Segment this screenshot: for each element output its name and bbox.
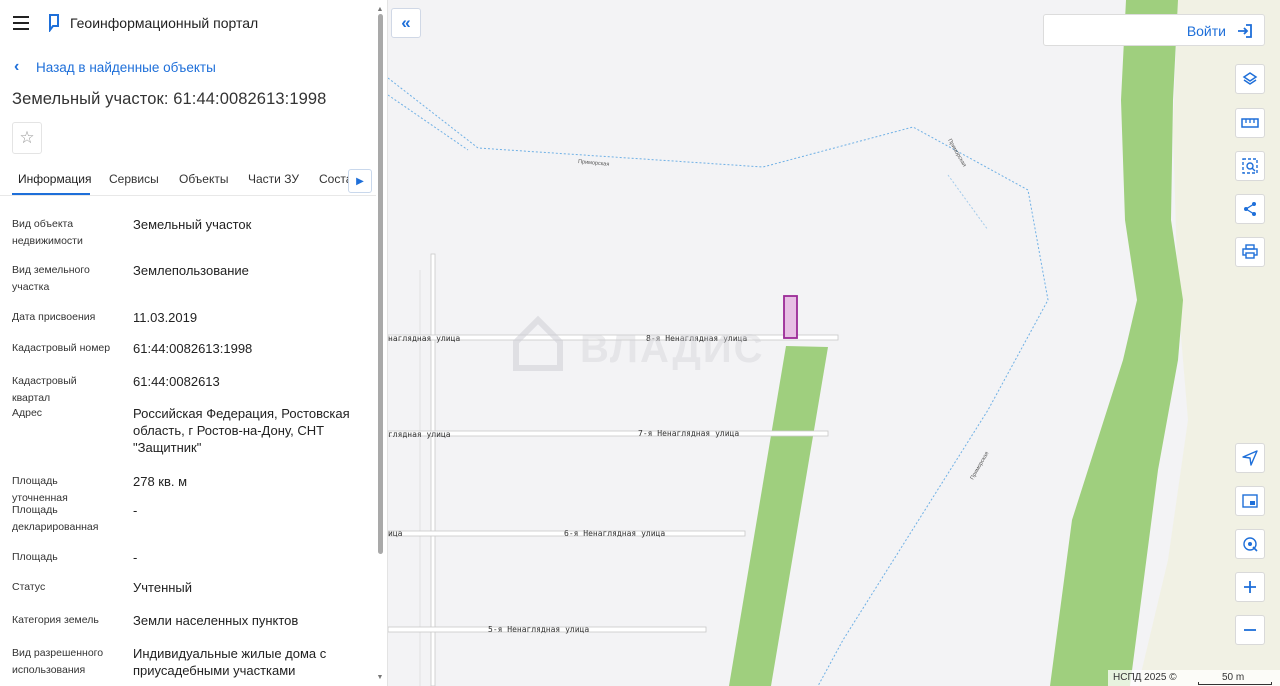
info-label: Кадастровый квартал	[12, 375, 77, 404]
back-link-label: Назад в найденные объекты	[36, 59, 216, 75]
sidebar-scrollbar[interactable]: ▲ ▼	[376, 6, 384, 682]
info-label: Вид объекта недвижимости	[12, 218, 83, 247]
scrollbar-thumb[interactable]	[378, 14, 383, 554]
street-label-7-left: глядная улица	[388, 430, 451, 439]
locate-button[interactable]	[1235, 443, 1265, 473]
select-area-icon	[1242, 158, 1258, 174]
hamburger-menu-icon[interactable]	[13, 16, 29, 30]
boundary-line	[388, 94, 469, 151]
layers-button[interactable]	[1235, 64, 1265, 94]
sidebar-header: Геоинформационный портал	[0, 0, 376, 46]
marker-button[interactable]	[1235, 529, 1265, 559]
info-value: 278 кв. м	[133, 474, 188, 489]
zoom-out-button[interactable]	[1235, 615, 1265, 645]
attribution-text: НСПД 2025 ©	[1113, 672, 1177, 683]
collapse-sidebar-button[interactable]: «	[391, 8, 421, 38]
info-value: Земли населенных пунктов	[133, 613, 299, 628]
street-label-6-left: ица	[388, 529, 403, 538]
tab-parts[interactable]: Части ЗУ	[248, 172, 299, 186]
chevron-right-icon: ▶	[356, 175, 364, 187]
street-label-5: 5-я Ненаглядная улица	[488, 625, 589, 634]
login-icon	[1238, 24, 1252, 38]
street-label-7: 7-я Ненаглядная улица	[638, 429, 739, 438]
map-attribution: НСПД 2025 © 50 m	[1108, 670, 1280, 686]
map-drawing: Приморская Приморская Приморская 8-я Нен…	[388, 0, 1280, 686]
tabs-bar: Информация Сервисы Объекты Части ЗУ Сост…	[0, 166, 376, 196]
chevron-left-icon: ‹	[14, 58, 20, 75]
minor-road-label: Приморская	[946, 138, 967, 168]
active-tab-indicator	[12, 193, 90, 195]
info-label: Статус	[12, 581, 46, 593]
boundary-line	[947, 174, 989, 231]
zoom-out-icon	[1244, 629, 1256, 631]
info-label: Вид разрешенного использования	[12, 647, 104, 676]
star-icon: ☆	[19, 128, 35, 147]
login-label: Войти	[1186, 23, 1226, 39]
layers-icon	[1242, 72, 1258, 85]
minor-road-label: Приморская	[578, 159, 610, 168]
info-value: Российская Федерация, Ростовская область…	[133, 406, 350, 455]
info-value: 61:44:0082613	[133, 374, 220, 389]
tabs-scroll-right-button[interactable]: ▶	[348, 169, 372, 193]
info-value: Индивидуальные жилые дома с приусадебным…	[133, 646, 327, 678]
double-chevron-left-icon: «	[401, 13, 411, 32]
map-canvas[interactable]: Приморская Приморская Приморская 8-я Нен…	[388, 0, 1280, 686]
info-label: Кадастровый номер	[12, 342, 111, 354]
portal-logo-icon	[49, 14, 59, 32]
scroll-up-arrow-icon[interactable]: ▲	[376, 6, 384, 14]
minimap-button[interactable]	[1235, 486, 1265, 516]
info-label: Адрес	[12, 407, 43, 419]
zoom-in-icon	[1244, 581, 1256, 593]
minimap-icon	[1242, 494, 1258, 508]
info-sidebar: Геоинформационный портал ‹ Назад в найде…	[0, 0, 388, 686]
street-label-8-left: наглядная улица	[388, 334, 460, 343]
object-title: Земельный участок: 61:44:0082613:1998	[12, 90, 327, 108]
share-icon	[1244, 202, 1256, 216]
info-value: 11.03.2019	[133, 310, 198, 325]
watermark: ВЛАДИС	[513, 315, 764, 371]
info-label: Вид земельного участка	[12, 264, 90, 293]
info-label: Площадь	[12, 551, 58, 563]
print-icon	[1242, 244, 1258, 259]
tab-information[interactable]: Информация	[18, 172, 91, 186]
marker-icon	[1243, 537, 1258, 552]
road-vertical	[430, 253, 436, 686]
app-root: Геоинформационный портал ‹ Назад в найде…	[0, 0, 1280, 686]
highlighted-parcel[interactable]	[783, 295, 798, 339]
street-label-6: 6-я Ненаглядная улица	[564, 529, 665, 538]
info-value: 61:44:0082613:1998	[133, 341, 253, 356]
info-value: -	[133, 503, 138, 518]
locate-icon	[1242, 450, 1258, 466]
info-value: Учтенный	[133, 580, 193, 595]
info-label: Категория земель	[12, 614, 99, 626]
print-button[interactable]	[1235, 237, 1265, 267]
info-value: -	[133, 550, 138, 565]
tab-services[interactable]: Сервисы	[109, 172, 159, 186]
info-value: Земельный участок	[133, 217, 252, 232]
login-button[interactable]: Войти	[1043, 14, 1265, 46]
portal-title: Геоинформационный портал	[70, 15, 259, 31]
street-7	[388, 430, 829, 437]
minor-road-label: Приморская	[970, 451, 991, 481]
back-to-results-link[interactable]: ‹ Назад в найденные объекты	[14, 58, 216, 76]
ruler-icon	[1241, 118, 1259, 128]
watermark-text: ВЛАДИС	[580, 327, 764, 371]
scroll-down-arrow-icon[interactable]: ▼	[376, 674, 384, 682]
ruler-button[interactable]	[1235, 108, 1265, 138]
share-button[interactable]	[1235, 194, 1265, 224]
boundary-line	[388, 77, 1049, 686]
select-area-button[interactable]	[1235, 151, 1265, 181]
zoom-in-button[interactable]	[1235, 572, 1265, 602]
info-label: Дата присвоения	[12, 311, 96, 323]
favorite-button[interactable]: ☆	[12, 122, 42, 154]
info-label: Площадь декларированная	[12, 504, 99, 533]
scale-bar	[1198, 682, 1272, 685]
info-value: Землепользование	[133, 263, 249, 278]
green-strip	[729, 346, 828, 686]
tab-objects[interactable]: Объекты	[179, 172, 229, 186]
